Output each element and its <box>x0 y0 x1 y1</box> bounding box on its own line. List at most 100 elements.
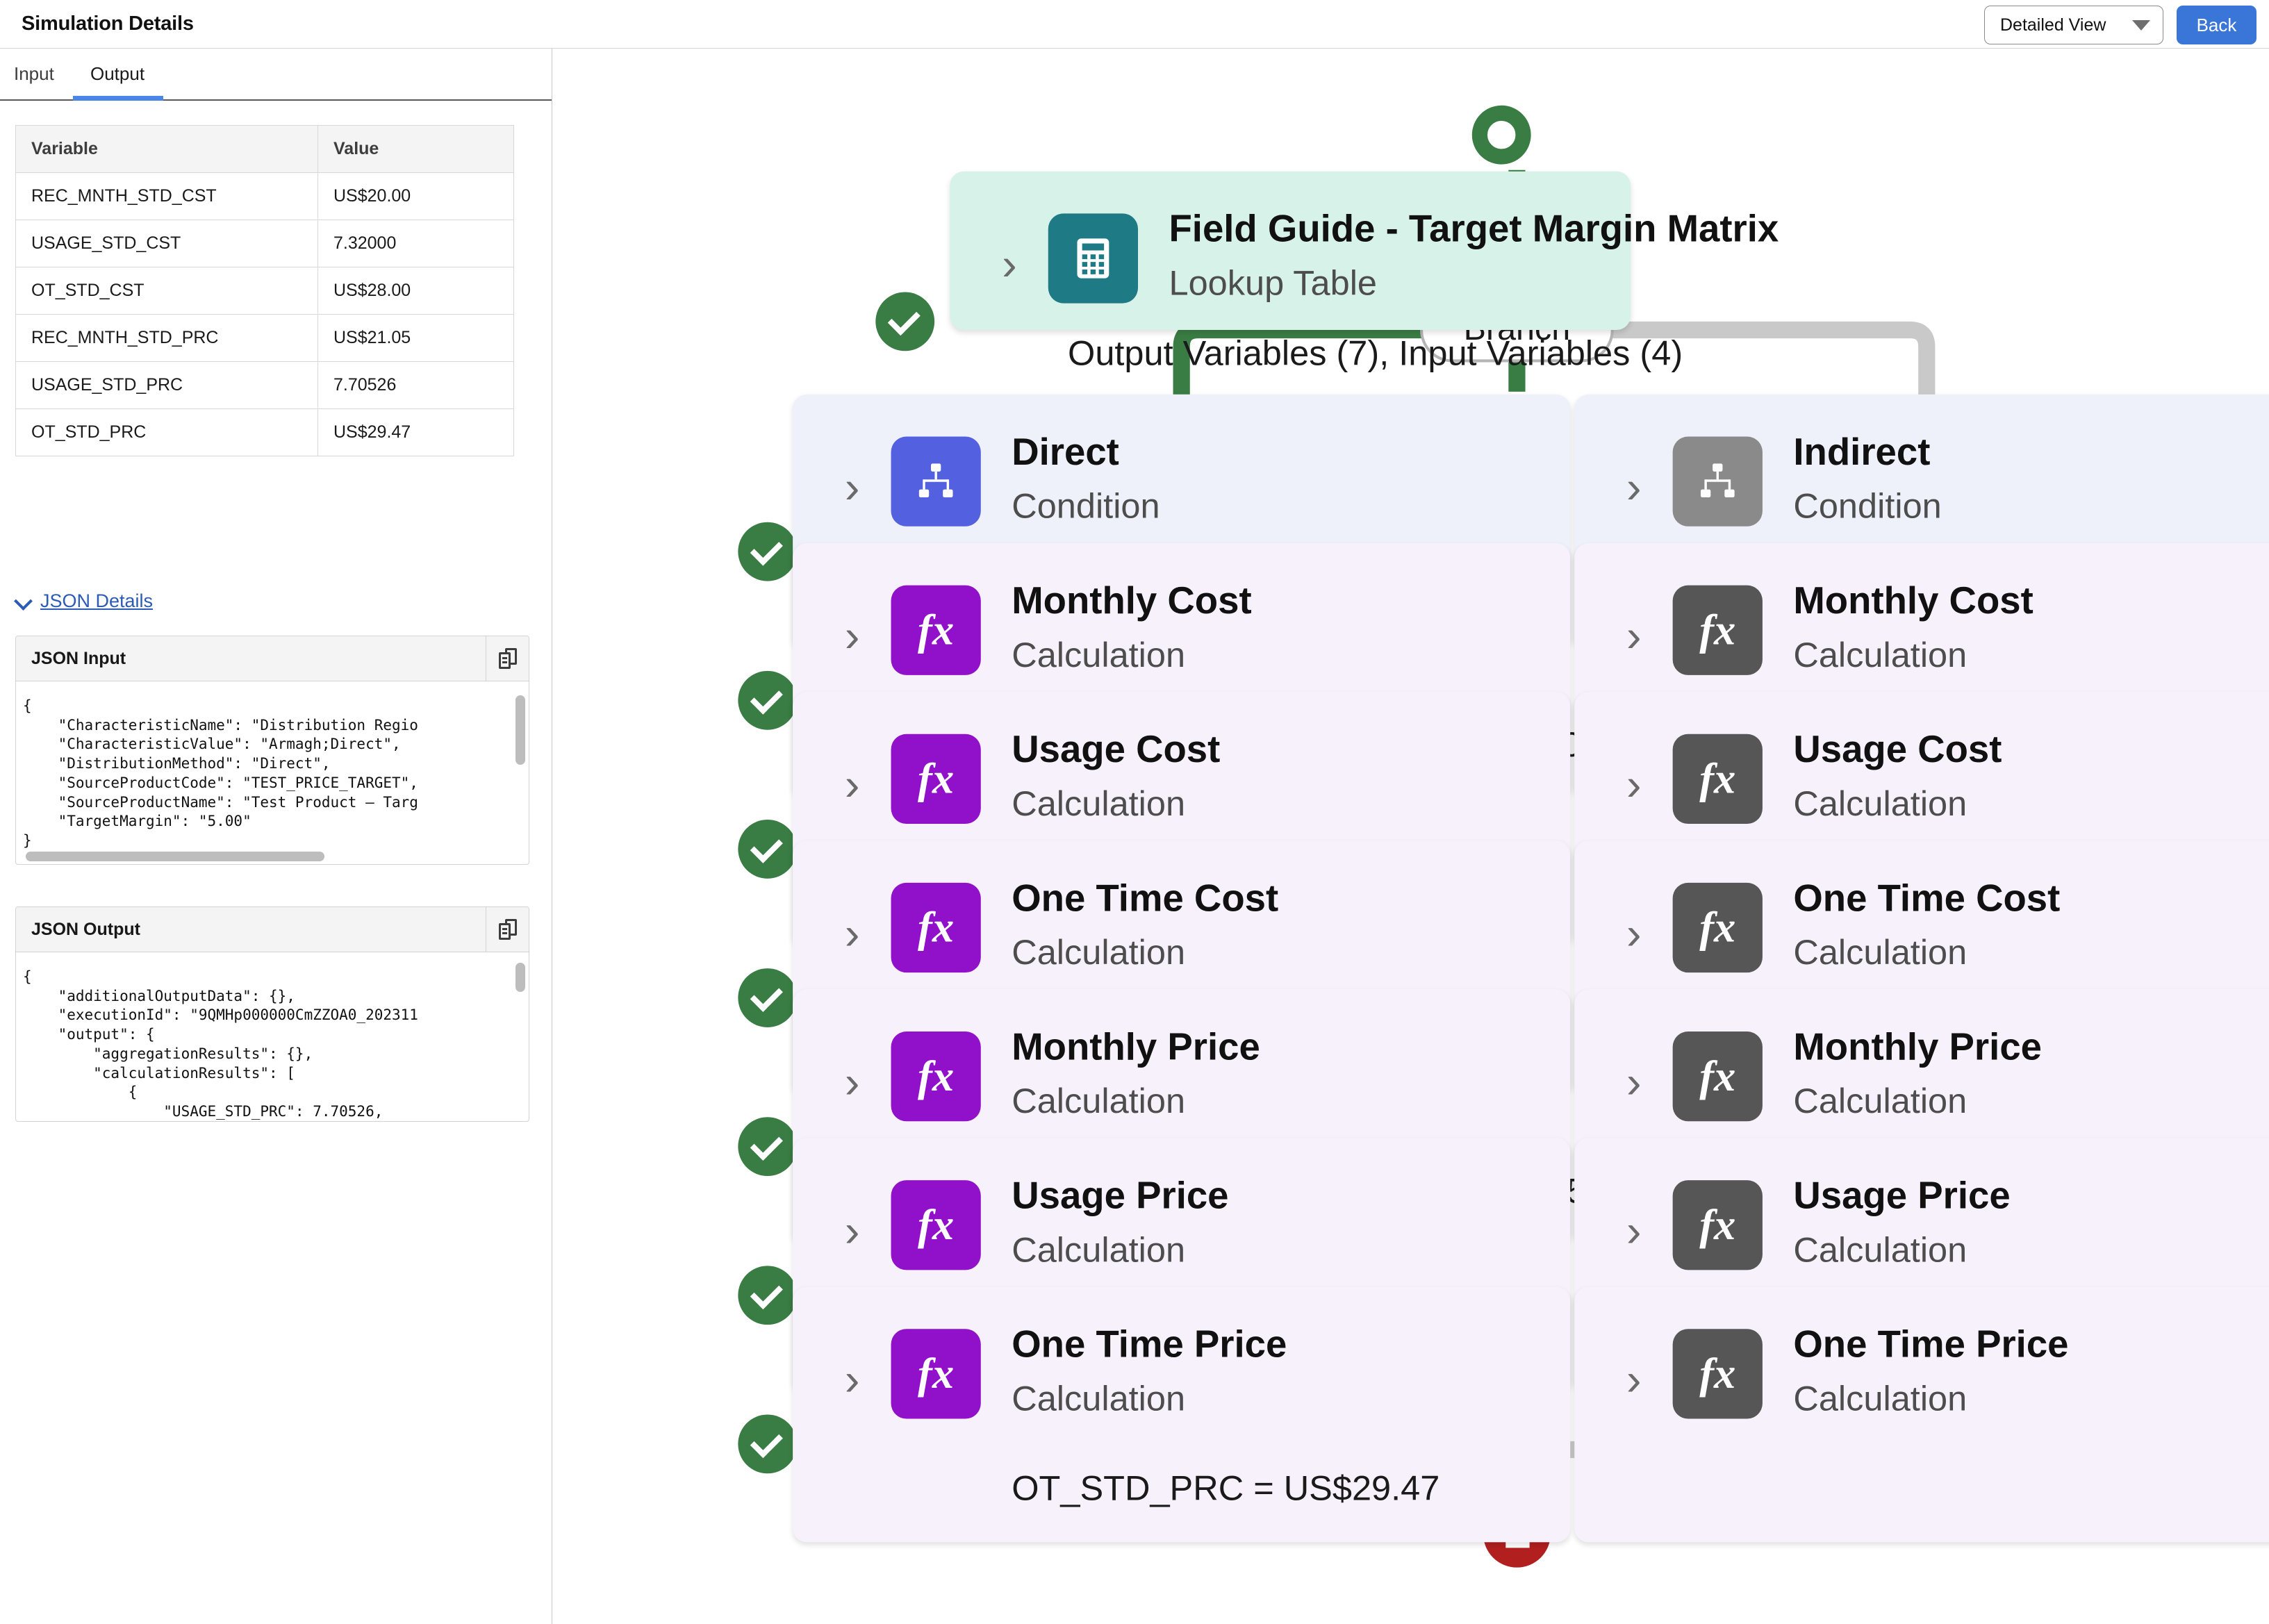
fx-icon: fx <box>1672 1329 1763 1419</box>
json-input-vertical-scrollbar[interactable] <box>515 695 525 765</box>
flow-node-title: Usage Price <box>1012 1175 1229 1217</box>
flow-node-title: Usage Price <box>1793 1175 2011 1217</box>
fx-icon: fx <box>891 734 981 825</box>
json-input-header: JSON Input <box>16 636 529 681</box>
flow-node-subtitle: Condition <box>1012 487 1160 527</box>
expand-chevron-icon[interactable]: › <box>1626 465 1642 510</box>
expand-chevron-icon[interactable]: › <box>1626 1209 1642 1254</box>
flow-node-left-one-time-price[interactable]: › fx One Time Price Calculation OT_STD_P… <box>793 1286 1571 1543</box>
fx-icon: fx <box>1672 1031 1763 1122</box>
fx-icon: fx <box>891 585 981 675</box>
expand-chevron-icon[interactable]: › <box>845 762 860 807</box>
flow-node-subtitle: Lookup Table <box>1169 264 1378 304</box>
expand-chevron-icon[interactable]: › <box>845 465 860 510</box>
expand-chevron-icon[interactable]: › <box>845 613 860 658</box>
fx-icon: fx <box>1672 1180 1763 1270</box>
flow-node-subtitle: Condition <box>1793 487 1942 527</box>
expand-chevron-icon[interactable]: › <box>1626 911 1642 956</box>
flow-node-subtitle: Calculation <box>1012 636 1186 675</box>
expand-chevron-icon[interactable]: › <box>845 1059 860 1104</box>
cell-value: US$21.05 <box>317 314 514 362</box>
copy-json-output-button[interactable] <box>486 907 529 952</box>
status-check-left-2 <box>738 819 798 879</box>
flow-diagram-canvas[interactable]: Branch › Field Gu <box>574 49 2269 1624</box>
json-details-toggle[interactable]: JSON Details <box>15 590 153 612</box>
fx-icon: fx <box>891 1329 981 1419</box>
fx-icon: fx <box>891 882 981 973</box>
expand-chevron-icon[interactable]: › <box>845 1209 860 1254</box>
chevron-down-icon <box>2132 19 2150 31</box>
copy-icon <box>498 648 517 669</box>
status-check-lookup <box>875 292 935 351</box>
cell-variable: REC_MNTH_STD_PRC <box>15 314 318 362</box>
flow-node-title: Monthly Price <box>1012 1025 1260 1068</box>
active-tab-indicator <box>73 96 163 101</box>
expand-chevron-icon[interactable]: › <box>1626 1059 1642 1104</box>
flow-node-subtitle: Calculation <box>1012 1230 1186 1270</box>
io-tabs: Input Output <box>0 49 552 101</box>
json-input-horizontal-scrollbar[interactable] <box>26 852 324 861</box>
flow-node-subtitle: Calculation <box>1012 1082 1186 1122</box>
cell-value: US$20.00 <box>317 172 514 220</box>
flow-node-subtitle: Calculation <box>1793 1082 1967 1122</box>
table-row: OT_STD_PRC US$29.47 <box>15 408 514 456</box>
flow-node-subtitle: Calculation <box>1012 1379 1186 1419</box>
flow-node-right-one-time-price[interactable]: › fx One Time Price Calculation <box>1574 1286 2269 1543</box>
copy-json-input-button[interactable] <box>486 636 529 681</box>
column-header-variable: Variable <box>15 125 318 173</box>
table-row: USAGE_STD_PRC 7.70526 <box>15 361 514 409</box>
flow-node-expression: OT_STD_PRC = US$29.47 <box>1012 1469 1440 1509</box>
flow-node-title: Indirect <box>1793 431 1931 474</box>
table-row: OT_STD_CST US$28.00 <box>15 267 514 315</box>
expand-chevron-icon[interactable]: › <box>1626 1357 1642 1402</box>
expand-chevron-icon[interactable]: › <box>1002 242 1017 287</box>
cell-variable: USAGE_STD_PRC <box>15 361 318 409</box>
back-button[interactable]: Back <box>2177 6 2256 44</box>
fx-icon: fx <box>891 1180 981 1270</box>
flow-node-subtitle: Calculation <box>1793 636 1967 675</box>
view-mode-select[interactable]: Detailed View <box>1984 6 2163 44</box>
json-output-content: { "additionalOutputData": {}, "execution… <box>23 968 418 1120</box>
json-input-content: { "CharacteristicName": "Distribution Re… <box>23 697 418 850</box>
table-row: REC_MNTH_STD_CST US$20.00 <box>15 172 514 220</box>
tab-output[interactable]: Output <box>90 63 145 85</box>
status-check-left-5 <box>738 1266 798 1325</box>
status-check-left-3 <box>738 968 798 1027</box>
cell-value: US$28.00 <box>317 267 514 315</box>
json-output-vertical-scrollbar[interactable] <box>515 963 525 992</box>
cell-variable: OT_STD_PRC <box>15 408 318 456</box>
page-title: Simulation Details <box>22 13 194 35</box>
status-check-left-0 <box>738 522 798 581</box>
status-check-left-6 <box>738 1414 798 1474</box>
table-header-row: Variable Value <box>15 125 514 173</box>
table-row: REC_MNTH_STD_PRC US$21.05 <box>15 314 514 362</box>
flow-node-subtitle: Calculation <box>1012 933 1186 973</box>
flow-node-title: One Time Price <box>1012 1323 1287 1366</box>
start-node[interactable] <box>1471 105 1531 165</box>
hierarchy-icon <box>891 436 981 527</box>
flow-node-subtitle: Calculation <box>1793 1379 1967 1419</box>
expand-chevron-icon[interactable]: › <box>1626 762 1642 807</box>
flow-node-lookup[interactable]: › Field Guide - Target Margin Matrix Loo… <box>950 171 1779 374</box>
fx-icon: fx <box>1672 734 1763 825</box>
json-output-header: JSON Output <box>16 907 529 952</box>
status-check-left-1 <box>738 670 798 730</box>
flow-node-subtitle: Calculation <box>1793 933 1967 973</box>
expand-chevron-icon[interactable]: › <box>845 911 860 956</box>
table-row: USAGE_STD_CST 7.32000 <box>15 219 514 267</box>
copy-icon <box>498 919 517 940</box>
flow-node-title: One Time Price <box>1793 1323 2069 1366</box>
flow-node-subtitle: Calculation <box>1793 1230 1967 1270</box>
flow-node-title: Usage Cost <box>1793 728 2002 771</box>
details-side-panel: Input Output Variable Value REC_MNTH_STD… <box>0 49 552 1624</box>
expand-chevron-icon[interactable]: › <box>1626 613 1642 658</box>
expand-chevron-icon[interactable]: › <box>845 1357 860 1402</box>
cell-value: 7.70526 <box>317 361 514 409</box>
cell-value: 7.32000 <box>317 219 514 267</box>
chevron-down-icon <box>15 594 31 609</box>
cell-value: US$29.47 <box>317 408 514 456</box>
json-input-panel: JSON Input { "CharacteristicName": "Dist… <box>15 636 529 865</box>
fx-icon: fx <box>891 1031 981 1122</box>
json-input-title: JSON Input <box>31 648 126 668</box>
tab-input[interactable]: Input <box>14 63 54 85</box>
